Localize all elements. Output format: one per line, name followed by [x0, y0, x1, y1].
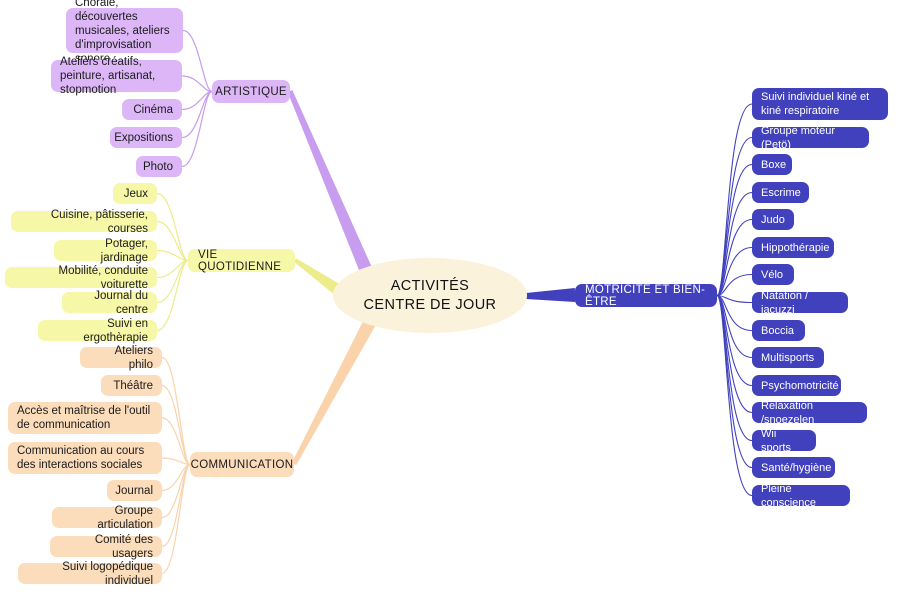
motricite-link-9 [716, 294, 753, 359]
communication-link-1 [161, 384, 191, 466]
communication-link-7 [161, 463, 191, 575]
motricite-link-10 [716, 294, 753, 387]
motricite-link-14 [716, 294, 753, 497]
motricite-link-12 [716, 294, 753, 442]
artistique-link-2 [181, 90, 213, 111]
artistique-link-0 [182, 29, 213, 93]
motricite-link-5 [716, 246, 753, 297]
motricite-leaf-13[interactable]: Santé/hygiène [752, 457, 835, 478]
vie-quotidienne-leaf-5[interactable]: Suivi en ergothèrapie [38, 318, 157, 344]
communication-leaf-4[interactable]: Journal [107, 480, 162, 501]
vie-quotidienne-link-4 [156, 259, 189, 304]
central-node[interactable]: ACTIVITÉS CENTRE DE JOUR [333, 258, 527, 333]
communication-leaf-2[interactable]: Accès et maîtrise de l'outil de communic… [8, 402, 162, 434]
motricite-link-8 [716, 294, 753, 332]
vie-quotidienne-link-0 [156, 192, 189, 262]
motricite-leaf-12[interactable]: Wii sports [752, 428, 816, 454]
motricite-leaf-3[interactable]: Escrime [752, 182, 809, 203]
vie-quotidienne-link-1 [156, 220, 189, 262]
motricite-link-1 [716, 136, 753, 297]
artistique-leaf-0[interactable]: Chorale, découvertes musicales, ateliers… [66, 0, 183, 65]
motricite-link-3 [716, 191, 753, 297]
communication-link-2 [161, 417, 191, 466]
vie-quotidienne-link-3 [156, 259, 189, 279]
artistique-leaf-3[interactable]: Expositions [110, 127, 182, 148]
vie-quotidienne-leaf-1[interactable]: Cuisine, pâtisserie, courses [11, 209, 157, 235]
motricite-branch-node[interactable]: MOTRICITÉ ET BIEN-ÊTRE [575, 284, 717, 308]
motricite-leaf-6[interactable]: Vélo [752, 264, 794, 285]
trunk-communication [291, 318, 376, 466]
communication-link-6 [161, 463, 191, 548]
artistique-leaf-1[interactable]: Ateliers créatifs, peinture, artisanat, … [51, 56, 182, 96]
communication-leaf-0[interactable]: Ateliers philo [80, 345, 162, 371]
mindmap-canvas: ACTIVITÉS CENTRE DE JOUR Chorale, découv… [0, 0, 900, 594]
vie-quotidienne-branch-node[interactable]: VIE QUOTIDIENNE [188, 249, 295, 273]
motricite-leaf-4[interactable]: Judo [752, 209, 794, 230]
communication-link-5 [161, 463, 191, 519]
vie-quotidienne-link-5 [156, 259, 189, 332]
motricite-leaf-10[interactable]: Psychomotricité [752, 375, 841, 396]
artistique-link-4 [181, 90, 213, 168]
motricite-leaf-1[interactable]: Groupe moteur (Petö) [752, 125, 869, 151]
motricite-leaf-9[interactable]: Multisports [752, 347, 824, 368]
motricite-link-6 [716, 273, 753, 297]
motricite-link-7 [716, 294, 753, 304]
motricite-link-11 [716, 294, 753, 414]
motricite-leaf-11[interactable]: Relaxation /snoezelen [752, 400, 867, 426]
motricite-link-0 [716, 103, 753, 297]
artistique-leaf-2[interactable]: Cinéma [122, 99, 182, 120]
vie-quotidienne-leaf-0[interactable]: Jeux [113, 183, 157, 204]
trunk-artistique [287, 90, 372, 273]
communication-leaf-1[interactable]: Théâtre [101, 375, 162, 396]
communication-link-3 [161, 457, 191, 466]
communication-leaf-6[interactable]: Comité des usagers [50, 534, 162, 560]
motricite-leaf-2[interactable]: Boxe [752, 154, 792, 175]
artistique-link-1 [181, 75, 213, 93]
motricite-leaf-8[interactable]: Boccia [752, 320, 805, 341]
communication-leaf-5[interactable]: Groupe articulation [52, 505, 162, 531]
communication-leaf-7[interactable]: Suivi logopédique individuel [18, 561, 162, 587]
motricite-link-13 [716, 294, 753, 469]
vie-quotidienne-leaf-4[interactable]: Journal du centre [62, 290, 157, 316]
motricite-leaf-0[interactable]: Suivi individuel kiné et kiné respiratoi… [752, 88, 888, 120]
artistique-branch-node[interactable]: ARTISTIQUE [212, 80, 290, 103]
communication-link-0 [161, 356, 191, 466]
motricite-leaf-7[interactable]: Natation / jacuzzi [752, 290, 848, 316]
vie-quotidienne-link-2 [156, 249, 189, 262]
communication-branch-node[interactable]: COMMUNICATION [190, 452, 294, 477]
trunk-motricite [525, 288, 576, 302]
communication-link-4 [161, 463, 191, 492]
motricite-link-4 [716, 218, 753, 297]
motricite-leaf-5[interactable]: Hippothérapie [752, 237, 834, 258]
communication-leaf-3[interactable]: Communication au cours des interactions … [8, 442, 162, 474]
vie-quotidienne-leaf-3[interactable]: Mobilité, conduite voiturette [5, 265, 157, 291]
vie-quotidienne-leaf-2[interactable]: Potager, jardinage [54, 238, 157, 264]
artistique-leaf-4[interactable]: Photo [136, 156, 182, 177]
motricite-leaf-14[interactable]: Pleine conscience [752, 483, 850, 509]
motricite-link-2 [716, 163, 753, 297]
artistique-link-3 [181, 90, 213, 139]
